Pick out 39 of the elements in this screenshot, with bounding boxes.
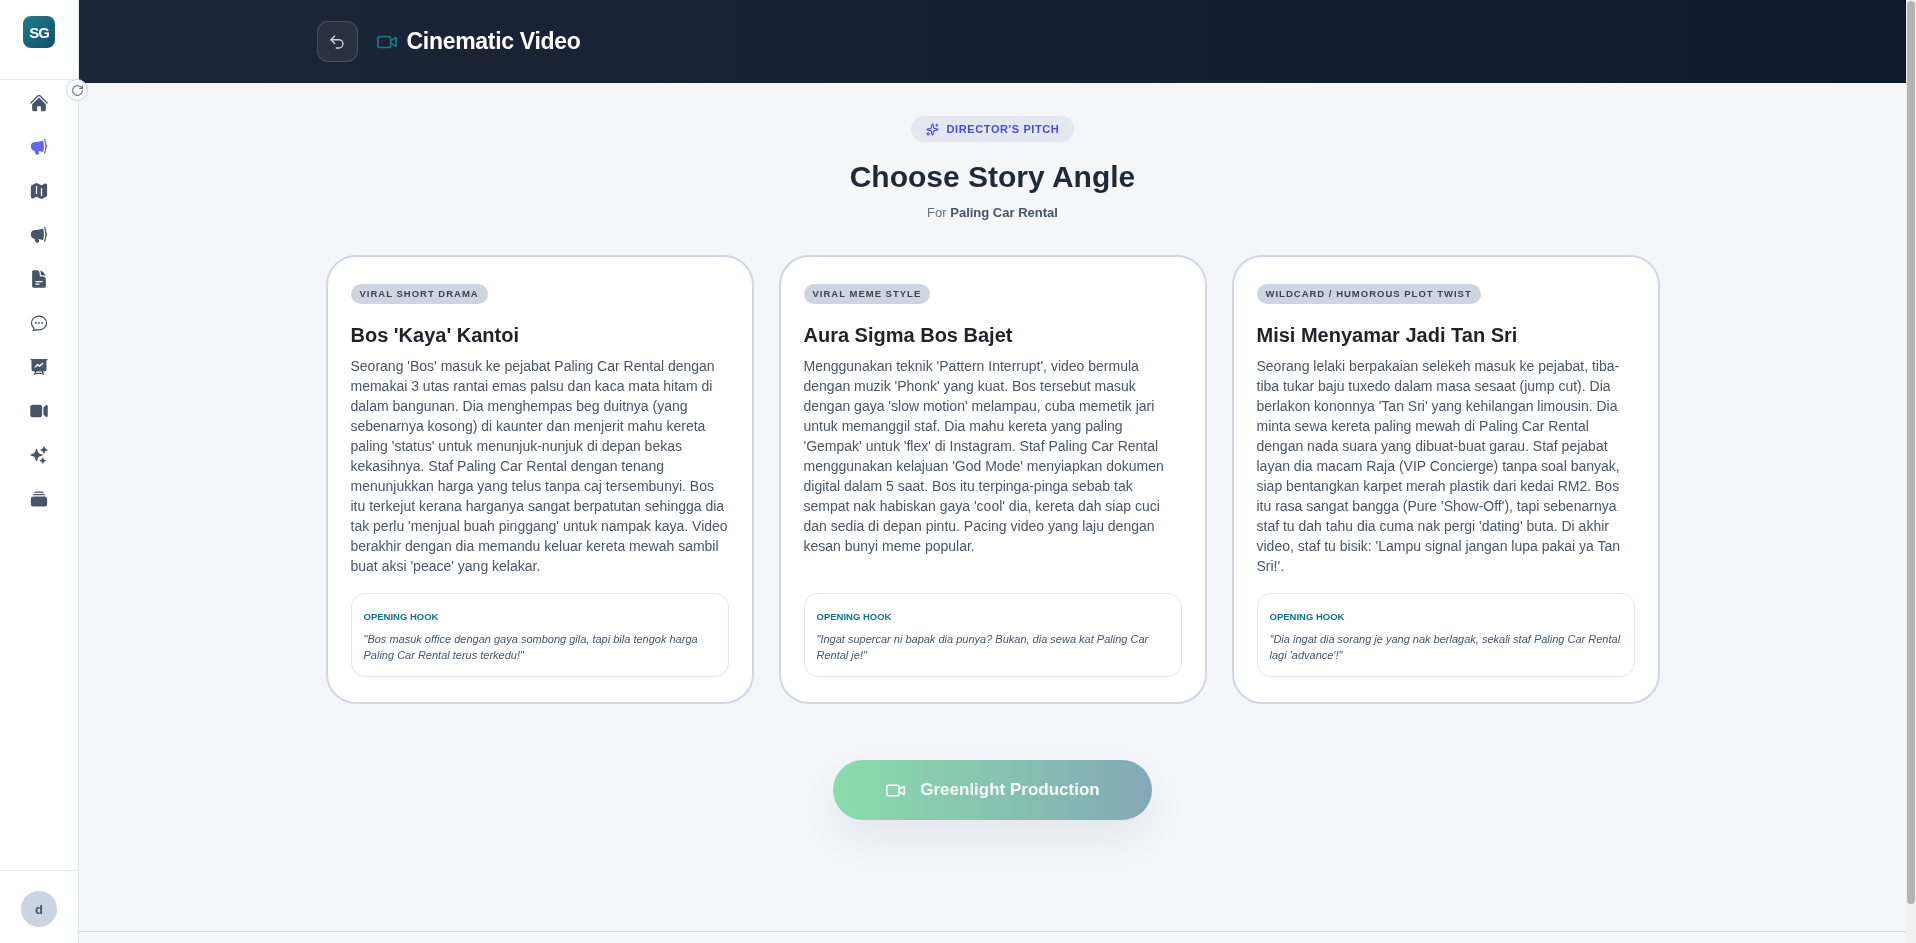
hook-quote: "Dia ingat dia sorang je yang nak berlagak, sekali staf Paling Car Rental lagi 'advance'!" bbox=[1269, 632, 1622, 663]
megaphone-icon bbox=[29, 137, 49, 157]
rotate-arrow-icon bbox=[70, 83, 84, 97]
card-description: Seorang 'Bos' masuk ke pejabat Paling Car Rental dengan memakai 3 utas rantai emas palsu dan kaca mata hitam di dalam bangunan. Dia menghempas beg duitnya (yang sebenarnya kosong) di kaunter dan menjerit mahu kereta paling 'status' untuk menunjuk-nunjuk di depan bekas kekasihnya. Staf Paling Car Rental dengan tenang menunjukkan harga yang telus tanpa caj tersembunyi. Bos itu terkejut kerana harganya sangat berpatutan sehingga dia tak perlu 'menjual buah pinggang' untuk nampak kaya. Video berakhir dengan dia memandu keluar kereta mewah sambil buat aksi 'peace' yang kelakar. bbox=[350, 357, 729, 576]
story-card[interactable] bbox=[778, 255, 1207, 704]
hook-quote: "Bos masuk office dengan gaya sombong gila, tapi bila tengok harga Paling Car Rental terus terkedu!" bbox=[363, 632, 699, 663]
home-icon bbox=[29, 93, 49, 113]
sparkles-icon bbox=[29, 445, 49, 465]
card-title: Bos 'Kaya' Kantoi bbox=[350, 323, 520, 348]
hook-quote: "Ingat supercar ni bapak dia punya? Bukan, dia sewa kat Paling Car Rental je!" bbox=[816, 632, 1150, 663]
undo-arrow-icon bbox=[328, 32, 346, 51]
story-card[interactable] bbox=[325, 255, 754, 704]
collapse-button[interactable] bbox=[66, 79, 88, 101]
category-tag: VIRAL SHORT DRAMA bbox=[350, 284, 488, 304]
pitch-tag-label: DIRECTOR'S PITCH bbox=[946, 123, 1060, 135]
scrollbar-thumb[interactable] bbox=[1907, 1, 1915, 905]
document-icon bbox=[29, 269, 49, 289]
logo: SG bbox=[23, 16, 55, 48]
presentation-chart-icon bbox=[29, 357, 49, 377]
megaphone-icon bbox=[29, 225, 49, 245]
story-card[interactable] bbox=[1231, 255, 1660, 704]
card-description: Menggunakan teknik 'Pattern Interrupt', video bermula dengan muzik 'Phonk' yang kuat. Bos tersebut masuk dengan gaya 'slow motion' melampau, cuba memetik jari untuk memanggil staf. Dia mahu kereta yang paling 'Gempak' untuk 'flex' di Instagram. Staf Paling Car Rental menggunakan kelajuan 'God Mode' menyiapkan dokumen digital dalam 5 saat. Bos itu terpinga-pinga sebab tak sempat nak habiskan gaya 'cool' dia, kereta dah siap cuci dan sedia di depan pintu. Pacing video yang laju dengan kesan bunyi meme popular. bbox=[803, 357, 1165, 556]
card-title: Misi Menyamar Jadi Tan Sri bbox=[1256, 323, 1519, 348]
map-icon bbox=[29, 181, 49, 201]
stack-icon bbox=[29, 489, 49, 509]
hook-label: OPENING HOOK bbox=[1269, 611, 1345, 623]
back-button[interactable] bbox=[316, 21, 358, 62]
card-title: Aura Sigma Bos Bajet bbox=[803, 323, 1014, 348]
avatar[interactable]: d bbox=[21, 891, 57, 927]
category-tag: WILDCARD / HUMOROUS PLOT TWIST bbox=[1256, 284, 1481, 304]
card-description: Seorang lelaki berpakaian selekeh masuk ke pejabat, tiba-tiba tukar baju tuxedo dalam masa sesaat (jump cut). Dia berlakon kononnya 'Tan Sri' yang kehilangan limousin. Dia minta sewa kereta paling mewah di Paling Car Rental dengan nada suara yang dibuat-buat garau. Staf pejabat layan dia macam Raja (VIP Concierge) tanpa soal banyak, siap bentangkan karpet merah plastik dari kedai RM2. Bos itu rasa sangat bangga (Pure 'Show-Off'), tapi sebenarnya staf tu dah tahu dia cuma nak pergi 'dating' buta. Di akhir video, staf tu bisik: 'Lampu signal jangan lupa pakai ya Tan Sri!'. bbox=[1256, 357, 1622, 576]
hook-label: OPENING HOOK bbox=[363, 611, 439, 623]
section-subtitle: For Paling Car Rental bbox=[927, 204, 1058, 222]
page-title: Cinematic Video bbox=[406, 28, 581, 55]
category-tag: VIRAL MEME STYLE bbox=[803, 284, 931, 304]
hook-label: OPENING HOOK bbox=[816, 611, 892, 623]
chat-bubble-icon bbox=[29, 313, 49, 333]
section-title: Choose Story Angle bbox=[849, 159, 1136, 195]
sparkles-icon bbox=[925, 122, 939, 136]
